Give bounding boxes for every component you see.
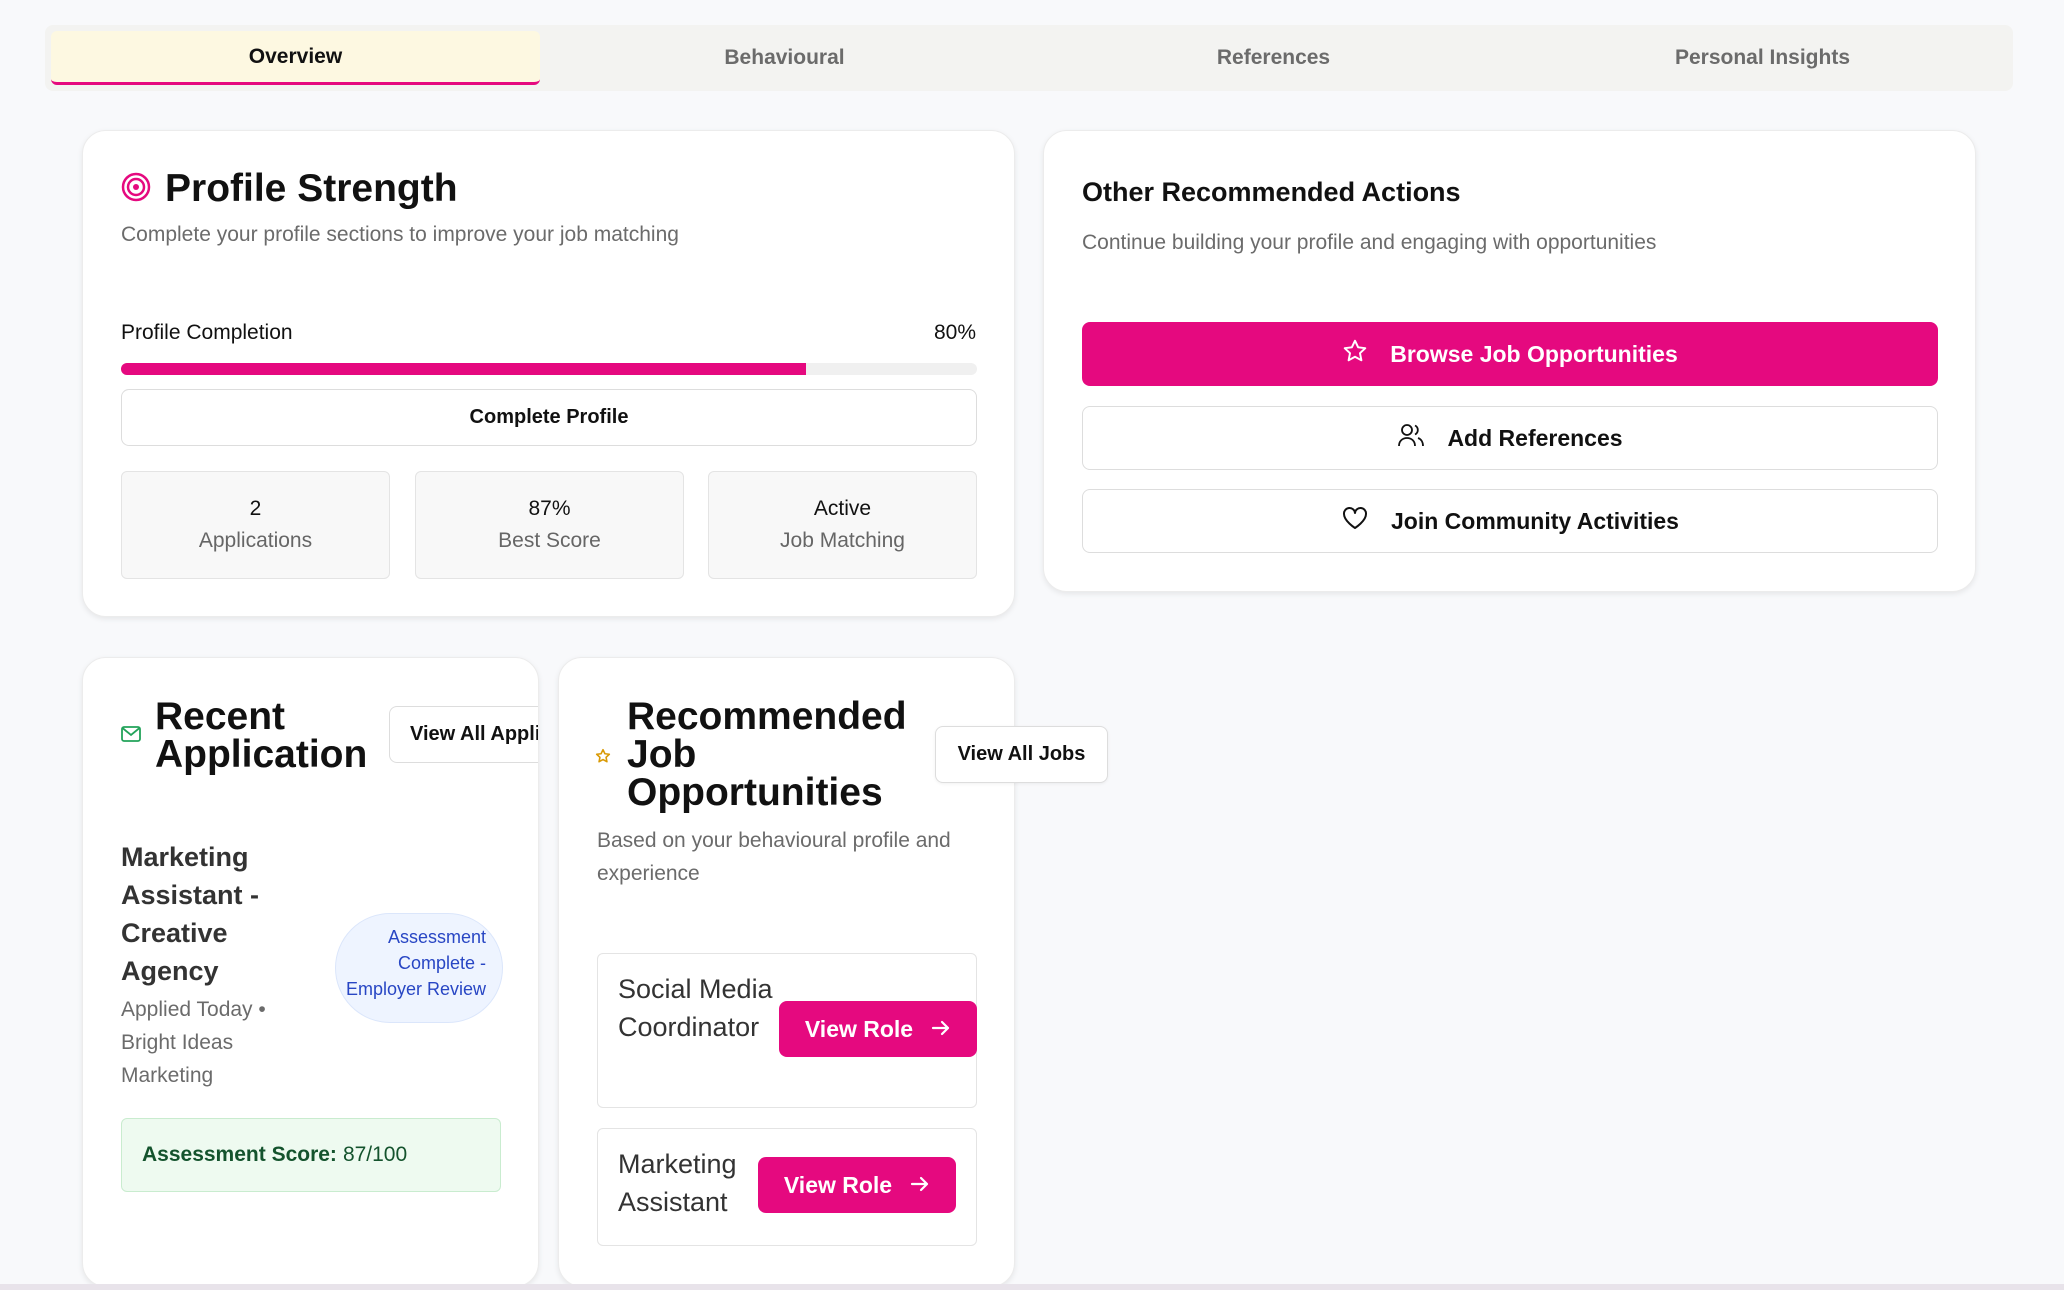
status-badge: Assessment Complete - Employer Review xyxy=(335,913,503,1023)
application-meta: Applied Today • Bright Ideas Marketing xyxy=(121,998,266,1087)
complete-profile-button[interactable]: Complete Profile xyxy=(121,389,977,446)
star-icon xyxy=(1342,338,1368,370)
other-actions-subtitle: Continue building your profile and engag… xyxy=(1082,231,1657,254)
join-community-button[interactable]: Join Community Activities xyxy=(1082,489,1938,553)
tab-references[interactable]: References xyxy=(1029,31,1518,85)
bottom-divider xyxy=(0,1284,2064,1290)
job-card: Social Media Coordinator View Role xyxy=(597,953,977,1108)
view-role-label: View Role xyxy=(804,1015,914,1042)
arrow-right-icon xyxy=(910,1172,930,1199)
view-role-label: View Role xyxy=(783,1171,893,1198)
stat-best-score: 87% Best Score xyxy=(415,471,684,579)
stat-label: Best Score xyxy=(498,529,601,552)
other-actions-card: Other Recommended Actions Continue build… xyxy=(1043,130,1976,592)
profile-strength-subtitle: Complete your profile sections to improv… xyxy=(121,223,679,246)
profile-completion-bar-fill xyxy=(121,363,806,375)
tab-overview[interactable]: Overview xyxy=(51,31,540,85)
mail-icon xyxy=(121,726,141,747)
assessment-score-box: Assessment Score: 87/100 xyxy=(121,1118,501,1192)
stat-value: Active xyxy=(813,497,872,520)
join-community-label: Join Community Activities xyxy=(1391,507,1679,534)
job-card-title: Social Media Coordinator xyxy=(618,974,773,1042)
profile-completion-bar xyxy=(121,363,977,375)
profile-completion-label: Profile Completion xyxy=(121,321,293,344)
add-references-button[interactable]: Add References xyxy=(1082,406,1938,470)
browse-jobs-label: Browse Job Opportunities xyxy=(1390,340,1678,367)
profile-strength-header: Profile Strength xyxy=(121,167,458,211)
view-all-applications-button[interactable]: View All Applications xyxy=(389,706,538,763)
assessment-score-label: Assessment Score: xyxy=(142,1143,337,1166)
tab-personal-insights[interactable]: Personal Insights xyxy=(1518,31,2007,85)
profile-completion-percent: 80% xyxy=(933,321,976,344)
recommended-jobs-card: Recommended Job Opportunities View All J… xyxy=(558,657,1108,1287)
users-icon xyxy=(1397,422,1425,454)
tab-behavioural[interactable]: Behavioural xyxy=(540,31,1029,85)
job-card: Marketing Assistant View Role xyxy=(597,1128,977,1246)
stat-job-matching: Active Job Matching xyxy=(708,471,977,579)
application-job-title[interactable]: Marketing Assistant - Creative Agency xyxy=(121,838,321,990)
recent-application-card: Recent Application View All Applications… xyxy=(82,657,539,1287)
recommended-jobs-title: Recommended Job Opportunities xyxy=(627,695,907,814)
stat-label: Applications xyxy=(198,529,313,552)
star-icon xyxy=(595,748,611,769)
stat-label: Job Matching xyxy=(780,529,905,552)
heart-icon xyxy=(1341,505,1369,537)
browse-jobs-button[interactable]: Browse Job Opportunities xyxy=(1082,322,1938,386)
view-role-button[interactable]: View Role xyxy=(758,1157,956,1213)
stat-applications: 2 Applications xyxy=(121,471,390,579)
recent-application-title: Recent Application xyxy=(155,695,368,776)
assessment-score-value: 87/100 xyxy=(342,1143,408,1166)
other-actions-title: Other Recommended Actions xyxy=(1082,177,1461,207)
job-card-title: Marketing Assistant xyxy=(618,1149,737,1217)
main-tabs: Overview Behavioural References Personal… xyxy=(45,25,2013,91)
recommended-jobs-subtitle: Based on your behavioural profile and ex… xyxy=(597,829,951,885)
target-icon xyxy=(121,172,151,207)
add-references-label: Add References xyxy=(1447,424,1623,451)
profile-strength-title: Profile Strength xyxy=(165,167,458,210)
arrow-right-icon xyxy=(931,1016,951,1043)
stat-value: 87% xyxy=(528,497,571,520)
stat-value: 2 xyxy=(249,497,262,520)
profile-strength-card: Profile Strength Complete your profile s… xyxy=(82,130,1015,617)
view-role-button[interactable]: View Role xyxy=(779,1001,977,1057)
view-all-jobs-button[interactable]: View All Jobs xyxy=(935,726,1108,783)
